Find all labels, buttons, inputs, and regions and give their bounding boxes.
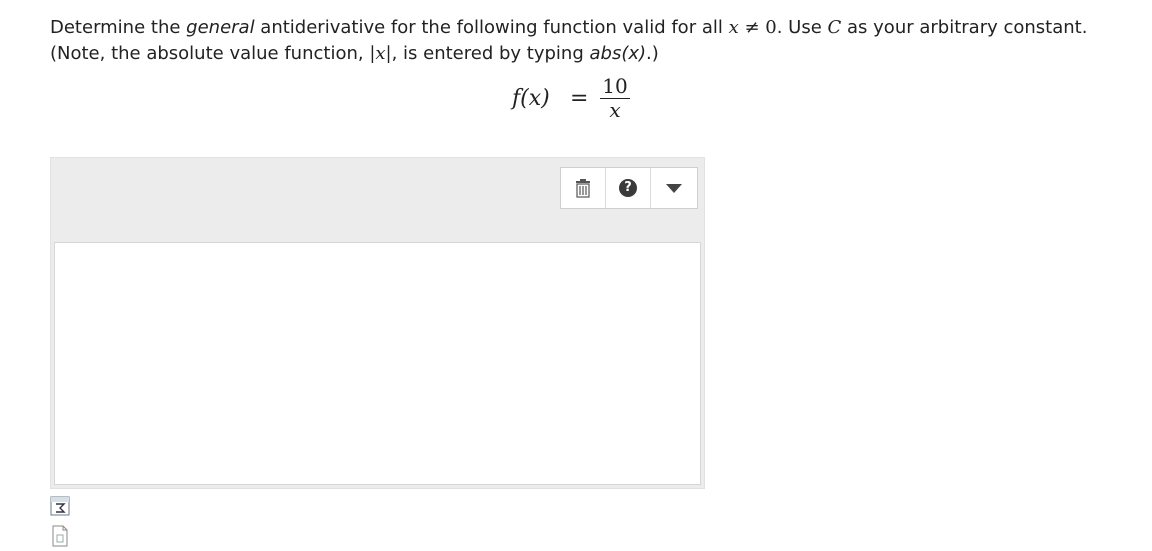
question-part6: .): [646, 43, 659, 64]
answer-input-area[interactable]: [54, 242, 701, 485]
formula-denominator: x: [609, 98, 621, 122]
equation-editor-icon[interactable]: [50, 496, 70, 516]
clear-button[interactable]: [561, 168, 606, 208]
document-icon[interactable]: [50, 525, 70, 547]
editor-toolbar: ?: [560, 167, 698, 209]
abs-expression: |x|: [369, 43, 392, 64]
menu-dropdown-button[interactable]: [651, 168, 697, 208]
formula-fraction: 10 x: [598, 74, 632, 121]
dropdown-arrow-icon: [666, 184, 682, 193]
help-icon: ?: [619, 179, 637, 197]
formula-lhs: f(x): [512, 86, 550, 111]
trash-icon: [576, 179, 590, 198]
question-part2: antiderivative for the following functio…: [254, 17, 729, 38]
condition-variable: x: [728, 17, 739, 38]
condition-relation: ≠ 0: [738, 17, 777, 38]
question-text: Determine the general antiderivative for…: [50, 15, 1110, 67]
answer-editor: ?: [50, 157, 705, 489]
question-emphasis: general: [186, 17, 255, 38]
formula-numerator: 10: [602, 74, 628, 98]
question-part5: , is entered by typing: [391, 43, 590, 64]
formula-equals: =: [570, 86, 589, 111]
help-button[interactable]: ?: [606, 168, 651, 208]
constant-name: C: [827, 17, 842, 38]
abs-code: abs(x): [589, 43, 647, 64]
question-part1: Determine the: [50, 17, 187, 38]
question-part3: . Use: [776, 17, 828, 38]
